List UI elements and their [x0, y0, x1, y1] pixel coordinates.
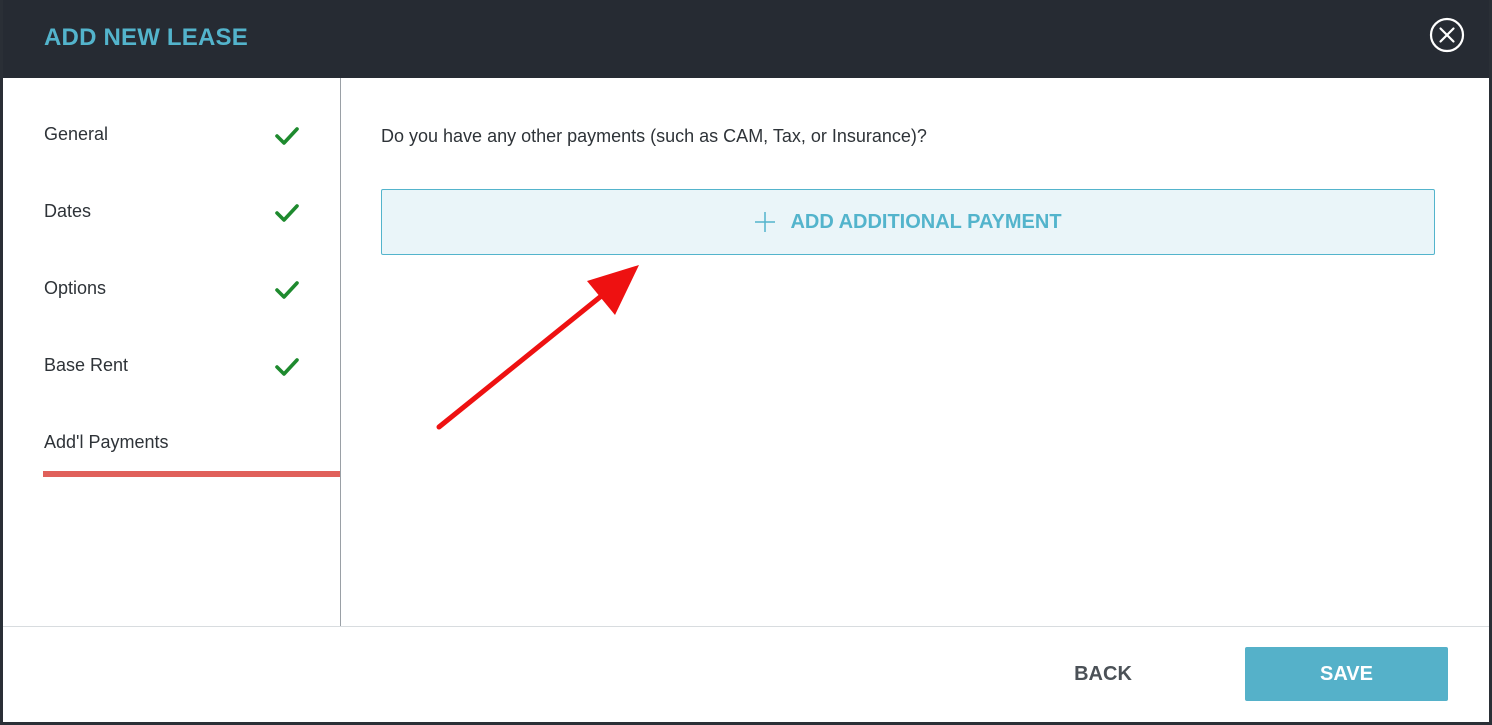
sidebar-item-label: Base Rent — [44, 355, 129, 375]
sidebar-item-label: Add'l Payments — [44, 432, 169, 452]
modal-title: ADD NEW LEASE — [44, 24, 248, 51]
modal-header: ADD NEW LEASE — [3, 0, 1489, 78]
modal-footer: BACK SAVE — [3, 626, 1489, 723]
check-icon — [275, 358, 299, 376]
active-step-indicator — [43, 471, 340, 477]
check-icon — [275, 127, 299, 145]
sidebar-item-addl-payments[interactable]: Add'l Payments — [3, 386, 340, 463]
add-lease-modal: ADD NEW LEASE General Dates Options Base… — [0, 0, 1492, 725]
add-payment-label: ADD ADDITIONAL PAYMENT — [790, 210, 1062, 233]
save-button[interactable]: SAVE — [1245, 647, 1448, 701]
close-circle-icon — [1429, 17, 1465, 53]
sidebar-item-dates[interactable]: Dates — [3, 155, 340, 232]
payments-question: Do you have any other payments (such as … — [381, 126, 927, 146]
sidebar-item-options[interactable]: Options — [3, 232, 340, 309]
check-icon — [275, 204, 299, 222]
red-arrow-icon — [436, 265, 639, 430]
check-icon — [275, 281, 299, 299]
sidebar-item-label: Dates — [44, 201, 92, 221]
sidebar-item-general[interactable]: General — [3, 78, 340, 155]
steps-sidebar: General Dates Options Base Rent Add'l Pa… — [3, 78, 341, 626]
back-button[interactable]: BACK — [1043, 647, 1163, 701]
add-additional-payment-button[interactable]: ADD ADDITIONAL PAYMENT — [381, 189, 1435, 255]
close-button[interactable] — [1429, 17, 1465, 53]
sidebar-item-label: General — [44, 124, 109, 144]
sidebar-item-base-rent[interactable]: Base Rent — [3, 309, 340, 386]
plus-icon — [755, 212, 776, 232]
sidebar-item-label: Options — [44, 278, 107, 298]
